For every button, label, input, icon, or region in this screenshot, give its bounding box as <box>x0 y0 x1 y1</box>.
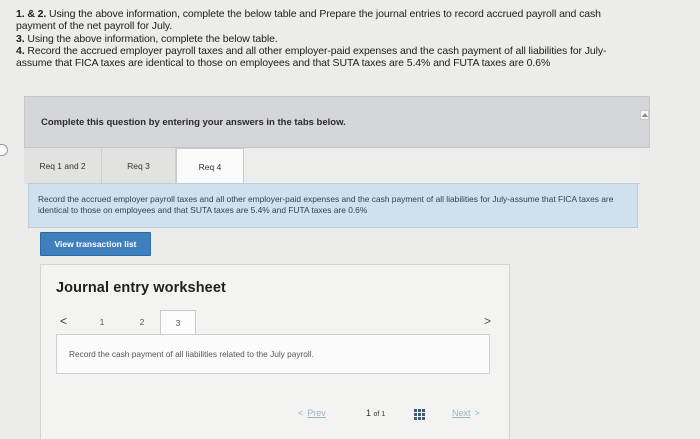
chevron-right-icon[interactable]: > <box>484 314 491 328</box>
instruction-line-5: assume that FICA taxes are identical to … <box>16 57 551 70</box>
worksheet-instruction: Record the cash payment of all liabiliti… <box>69 349 314 359</box>
grid-icon[interactable] <box>414 409 425 420</box>
instruction-number: 1. & 2. <box>16 8 47 20</box>
instruction-line-2: payment of the net payroll for July. <box>16 20 173 33</box>
worksheet-title: Journal entry worksheet <box>56 280 226 296</box>
worksheet-content: Record the cash payment of all liabiliti… <box>56 334 490 374</box>
instruction-line-1: 1. & 2. Using the above information, com… <box>16 8 696 20</box>
prev-button[interactable]: < Prev <box>298 408 326 418</box>
next-label: Next <box>452 408 471 418</box>
worksheet-step-3[interactable]: 3 <box>160 310 196 335</box>
panel-header-title: Complete this question by entering your … <box>41 117 346 128</box>
requirement-text: Record the accrued employer payroll taxe… <box>38 194 614 215</box>
instruction-line-4: 4. Record the accrued employer payroll t… <box>16 45 696 57</box>
chevron-left-icon: < <box>298 408 304 418</box>
instruction-text: Using the above information, complete th… <box>24 32 278 45</box>
chevron-up-icon[interactable] <box>640 110 649 120</box>
tab-req-4[interactable]: Req 4 <box>176 148 244 185</box>
collapse-handle[interactable] <box>0 144 8 156</box>
instruction-number: 3. <box>16 32 25 45</box>
worksheet-step-1[interactable]: 1 <box>92 310 112 334</box>
tab-req-1-and-2[interactable]: Req 1 and 2 <box>24 148 102 184</box>
question-panel-header: Complete this question by entering your … <box>24 96 650 148</box>
page-total: of 1 <box>373 411 386 418</box>
chevron-right-icon: > <box>474 408 480 418</box>
tab-req-3[interactable]: Req 3 <box>102 148 176 184</box>
instruction-text: Record the accrued employer payroll taxe… <box>24 44 607 57</box>
requirement-box: Record the accrued employer payroll taxe… <box>28 183 638 228</box>
question-instructions: 1. & 2. Using the above information, com… <box>16 8 696 69</box>
worksheet-step-2[interactable]: 2 <box>132 310 152 334</box>
instruction-line-3: 3. Using the above information, complete… <box>16 33 696 45</box>
instruction-number: 4. <box>16 44 25 57</box>
chevron-left-icon[interactable]: < <box>60 314 67 328</box>
page-indicator: 1 of 1 <box>366 408 385 418</box>
prev-label: Prev <box>307 408 326 418</box>
view-transaction-list-button[interactable]: View transaction list <box>40 232 151 256</box>
instruction-text: Using the above information, complete th… <box>46 8 601 20</box>
page-number: 1 <box>366 408 372 418</box>
next-button[interactable]: Next > <box>452 408 480 418</box>
